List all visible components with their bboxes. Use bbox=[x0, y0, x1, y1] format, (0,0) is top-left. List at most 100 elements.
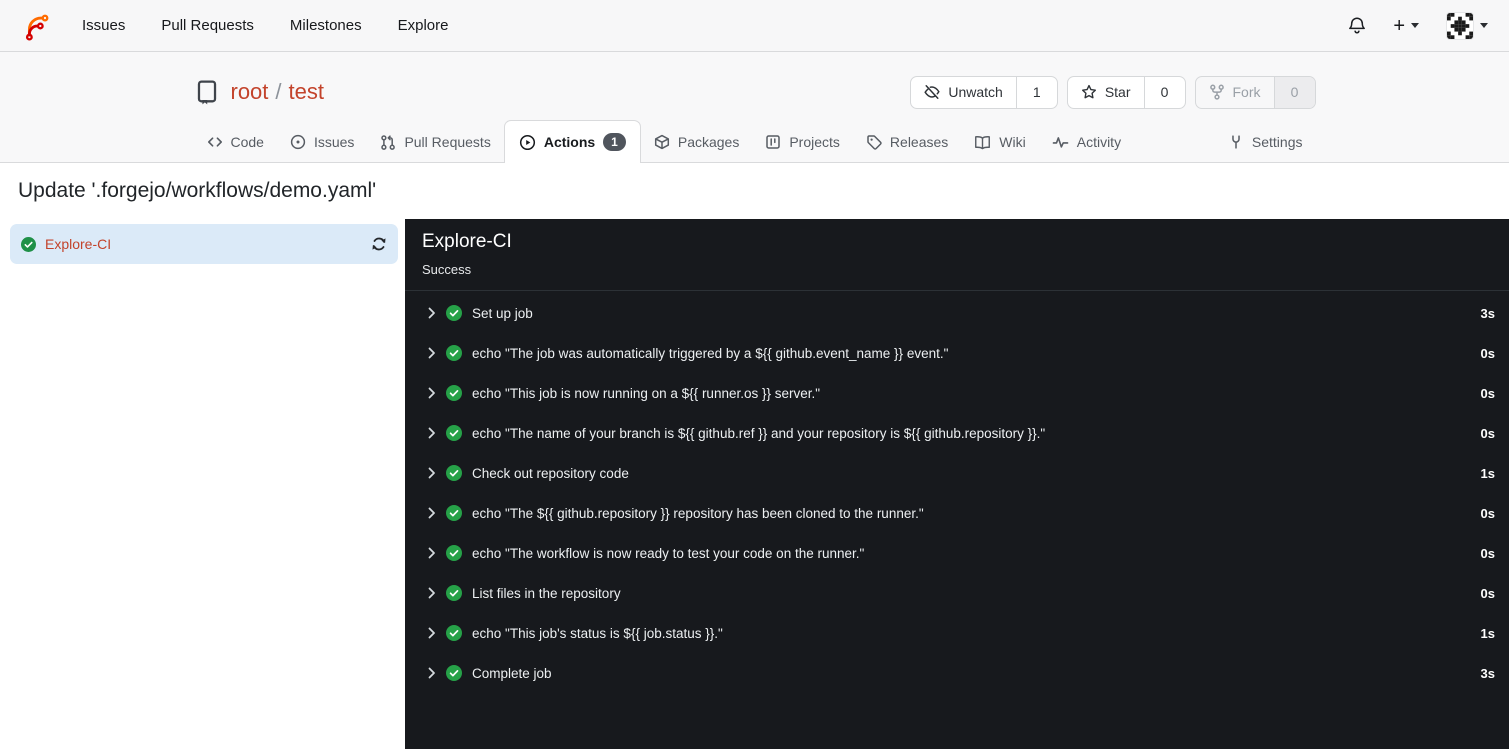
step-duration: 0s bbox=[1480, 585, 1495, 601]
step-name: echo "This job's status is ${{ job.statu… bbox=[472, 625, 723, 641]
tab-packages[interactable]: Packages bbox=[641, 121, 752, 162]
project-board-icon bbox=[765, 134, 781, 150]
tab-settings[interactable]: Settings bbox=[1215, 121, 1316, 162]
notifications-bell-icon[interactable] bbox=[1348, 16, 1366, 35]
step-name: echo "The workflow is now ready to test … bbox=[472, 545, 865, 561]
actions-run-page: Update '.forgejo/workflows/demo.yaml' Ex… bbox=[0, 163, 1509, 749]
tab-actions[interactable]: Actions 1 bbox=[503, 120, 641, 164]
step-success-icon bbox=[446, 465, 462, 481]
job-item-explore-ci[interactable]: Explore-CI bbox=[10, 224, 398, 265]
chevron-right-icon bbox=[428, 507, 436, 519]
step-name: Check out repository code bbox=[472, 465, 629, 481]
navbar-links: Issues Pull Requests Milestones Explore bbox=[82, 17, 448, 34]
issue-opened-icon bbox=[290, 134, 306, 150]
job-name: Explore-CI bbox=[45, 236, 112, 253]
chevron-right-icon bbox=[428, 427, 436, 439]
job-status-text: Success bbox=[422, 262, 472, 278]
step-row[interactable]: echo "This job is now running on a ${{ r… bbox=[405, 373, 1509, 413]
user-menu-dropdown[interactable] bbox=[1446, 11, 1488, 40]
repo-icon bbox=[194, 79, 220, 105]
repo-header: root / test Unwatch 1 Star 0 Fork 0 Code… bbox=[0, 52, 1509, 164]
forks-count[interactable]: 0 bbox=[1274, 76, 1315, 108]
tab-issues[interactable]: Issues bbox=[277, 121, 367, 162]
tools-icon bbox=[1228, 134, 1244, 150]
tab-code[interactable]: Code bbox=[194, 121, 277, 162]
job-log-panel: Explore-CI Success Set up job 3s echo "T… bbox=[405, 219, 1509, 749]
navbar-item-milestones[interactable]: Milestones bbox=[290, 17, 362, 34]
step-row[interactable]: echo "The ${{ github.repository }} repos… bbox=[405, 493, 1509, 533]
repo-breadcrumb: root / test bbox=[231, 79, 325, 105]
star-button[interactable]: Star bbox=[1068, 76, 1145, 108]
tab-label: Activity bbox=[1076, 134, 1122, 151]
step-name: echo "The ${{ github.repository }} repos… bbox=[472, 505, 924, 521]
tab-label: Code bbox=[230, 134, 264, 151]
step-row[interactable]: Complete job 3s bbox=[405, 653, 1509, 693]
tab-label: Projects bbox=[789, 134, 840, 151]
navbar-right: + bbox=[1348, 11, 1488, 40]
tab-releases[interactable]: Releases bbox=[853, 121, 961, 162]
fork-icon bbox=[1209, 84, 1224, 100]
avatar bbox=[1446, 11, 1474, 40]
create-new-dropdown[interactable]: + bbox=[1393, 16, 1419, 36]
stars-count[interactable]: 0 bbox=[1145, 77, 1185, 108]
chevron-right-icon bbox=[428, 627, 436, 639]
top-navbar: Issues Pull Requests Milestones Explore … bbox=[0, 0, 1509, 52]
step-duration: 1s bbox=[1480, 625, 1495, 641]
watchers-count[interactable]: 1 bbox=[1017, 77, 1057, 108]
forgejo-logo-icon[interactable] bbox=[21, 11, 51, 41]
step-row[interactable]: echo "The job was automatically triggere… bbox=[405, 333, 1509, 373]
step-success-icon bbox=[446, 585, 462, 601]
tab-label: Packages bbox=[677, 134, 740, 151]
unwatch-button[interactable]: Unwatch bbox=[911, 76, 1017, 108]
plus-icon: + bbox=[1393, 14, 1405, 37]
step-duration: 0s bbox=[1480, 385, 1495, 401]
navbar-item-issues[interactable]: Issues bbox=[82, 17, 125, 34]
step-name: Set up job bbox=[472, 305, 533, 321]
step-row[interactable]: Check out repository code 1s bbox=[405, 453, 1509, 493]
repo-separator: / bbox=[275, 79, 282, 104]
step-row[interactable]: echo "This job's status is ${{ job.statu… bbox=[405, 613, 1509, 653]
step-success-icon bbox=[446, 545, 462, 561]
star-label: Star bbox=[1104, 84, 1131, 100]
step-duration: 0s bbox=[1480, 545, 1495, 561]
fork-label: Fork bbox=[1232, 84, 1261, 100]
chevron-down-icon bbox=[1411, 23, 1419, 28]
step-name: echo "The name of your branch is ${{ git… bbox=[472, 425, 1046, 441]
unwatch-label: Unwatch bbox=[948, 84, 1003, 100]
jobs-sidebar: Explore-CI bbox=[0, 219, 405, 749]
package-icon bbox=[654, 134, 670, 150]
tab-wiki[interactable]: Wiki bbox=[961, 121, 1038, 162]
tab-label: Issues bbox=[313, 134, 355, 151]
step-success-icon bbox=[446, 305, 462, 321]
job-log-title: Explore-CI bbox=[422, 231, 512, 253]
step-row[interactable]: List files in the repository 0s bbox=[405, 573, 1509, 613]
tab-label: Settings bbox=[1251, 134, 1303, 151]
chevron-right-icon bbox=[428, 667, 436, 679]
chevron-right-icon bbox=[428, 587, 436, 599]
tab-label: Pull Requests bbox=[404, 134, 491, 151]
step-success-icon bbox=[446, 385, 462, 401]
success-check-icon bbox=[21, 237, 36, 252]
fork-button: Fork bbox=[1196, 76, 1275, 108]
tab-activity[interactable]: Activity bbox=[1039, 121, 1134, 162]
chevron-right-icon bbox=[428, 307, 436, 319]
step-row[interactable]: echo "The workflow is now ready to test … bbox=[405, 533, 1509, 573]
book-icon bbox=[974, 135, 991, 150]
rerun-refresh-icon[interactable] bbox=[371, 236, 387, 252]
repo-owner-link[interactable]: root bbox=[231, 79, 269, 105]
navbar-item-explore[interactable]: Explore bbox=[398, 17, 449, 34]
navbar-item-pull-requests[interactable]: Pull Requests bbox=[161, 17, 254, 34]
step-name: Complete job bbox=[472, 665, 552, 681]
tab-projects[interactable]: Projects bbox=[752, 121, 853, 162]
repo-name-link[interactable]: test bbox=[289, 79, 324, 105]
step-duration: 0s bbox=[1480, 345, 1495, 361]
step-row[interactable]: Set up job 3s bbox=[405, 293, 1509, 333]
play-circle-icon bbox=[519, 134, 536, 151]
pulse-icon bbox=[1052, 135, 1069, 150]
tab-pull-requests[interactable]: Pull Requests bbox=[367, 121, 503, 162]
chevron-down-icon bbox=[1480, 23, 1488, 28]
code-icon bbox=[207, 134, 223, 150]
step-row[interactable]: echo "The name of your branch is ${{ git… bbox=[405, 413, 1509, 453]
tag-icon bbox=[866, 134, 882, 151]
step-success-icon bbox=[446, 505, 462, 521]
